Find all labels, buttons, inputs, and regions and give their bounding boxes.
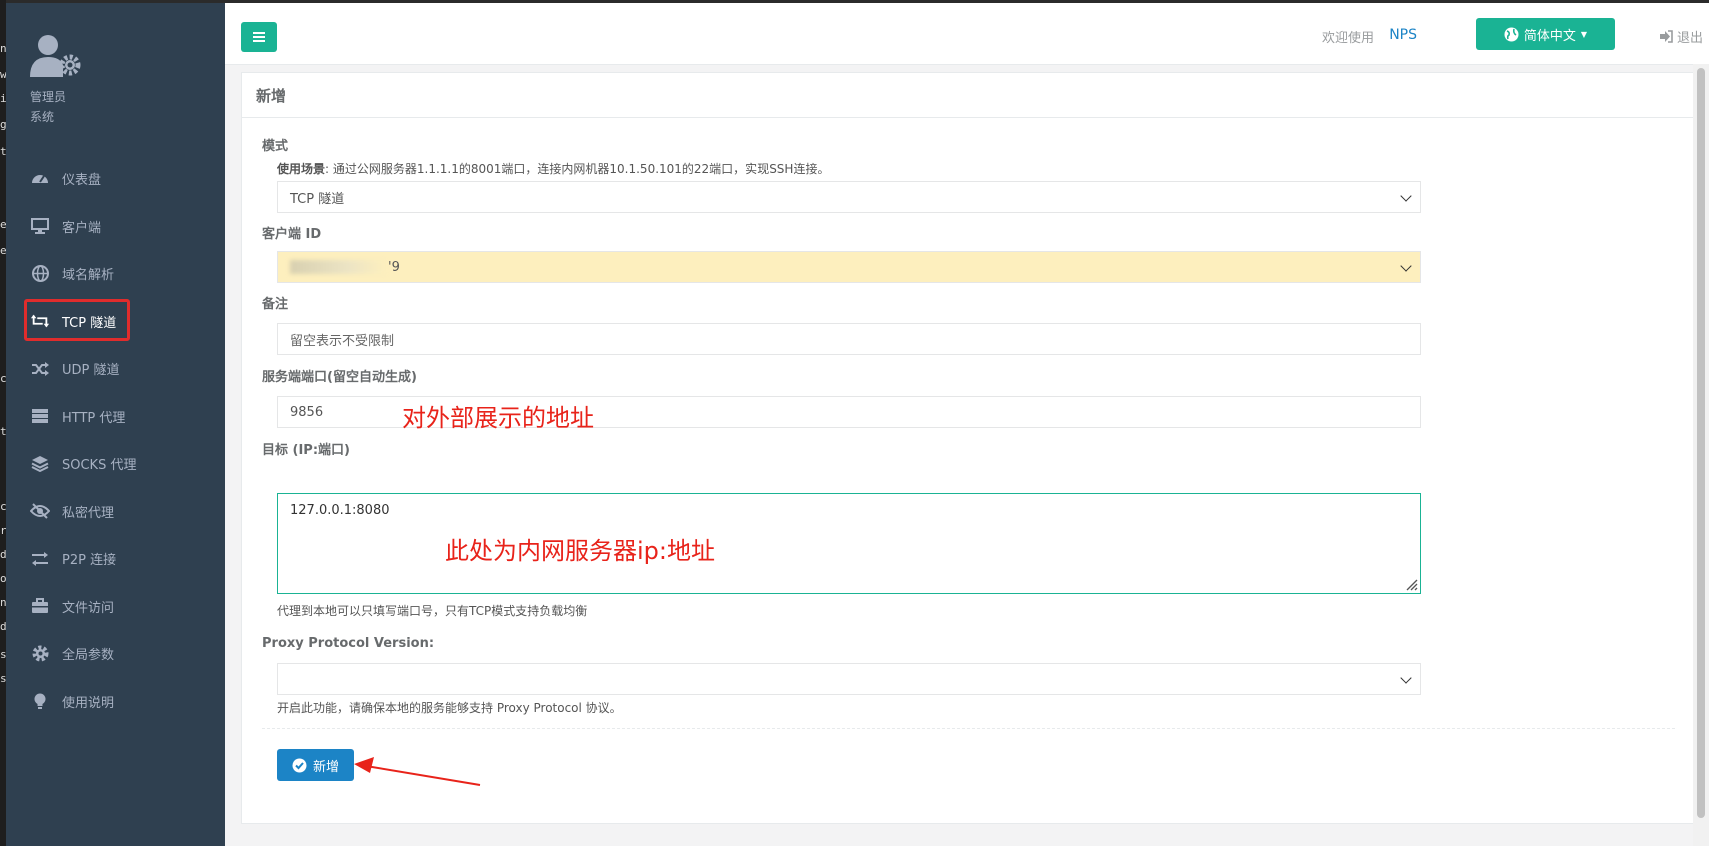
lightbulb-icon — [30, 691, 50, 711]
client-id-select[interactable]: '9 — [277, 251, 1421, 283]
submit-label: 新增 — [312, 759, 339, 775]
language-dropdown[interactable]: 简体中文 ▼ — [1476, 18, 1615, 50]
remark-input[interactable]: 留空表示不受限制 — [277, 323, 1421, 355]
sidebar: 管理员 系统 仪表盘 客户端 域名解析 TCP 隧道 UDP 隧道 HTTP 代… — [6, 3, 225, 846]
submit-button[interactable]: 新增 — [277, 749, 354, 781]
sidebar-item-tcp-tunnel[interactable]: TCP 隧道 — [6, 298, 225, 346]
user-profile: 管理员 系统 — [30, 33, 88, 127]
caret-down-icon: ▼ — [1580, 29, 1588, 39]
user-gear-icon — [30, 33, 88, 81]
proxy-protocol-label: Proxy Protocol Version: — [262, 636, 435, 651]
globe-icon — [1504, 27, 1519, 41]
eye-slash-icon — [30, 501, 50, 521]
remark-placeholder: 留空表示不受限制 — [290, 333, 395, 349]
sidebar-item-label: SOCKS 代理 — [62, 458, 137, 474]
target-label: 目标 (IP:端口) — [262, 443, 350, 458]
add-tunnel-panel: 新增 模式 使用场景: 通过公网服务器1.1.1.1的8001端口，连接内网机器… — [241, 72, 1695, 824]
sidebar-item-label: HTTP 代理 — [62, 410, 126, 426]
sidebar-item-label: 使用说明 — [62, 695, 115, 711]
sidebar-item-domain[interactable]: 域名解析 — [6, 250, 225, 298]
target-help: 代理到本地可以只填写端口号，只有TCP模式支持负载均衡 — [277, 604, 588, 618]
server-port-value: 9856 — [290, 404, 324, 420]
random-icon — [30, 359, 50, 379]
client-id-value: '9 — [388, 259, 400, 275]
sidebar-item-udp-tunnel[interactable]: UDP 隧道 — [6, 345, 225, 393]
proxy-protocol-select[interactable] — [277, 663, 1421, 695]
brand-link[interactable]: NPS — [1389, 27, 1417, 43]
scrollbar-thumb[interactable] — [1697, 68, 1705, 818]
resize-handle-icon[interactable] — [1404, 577, 1418, 591]
logout-label: 退出 — [1676, 31, 1703, 46]
port-annotation: 对外部展示的地址 — [402, 404, 594, 432]
sidebar-item-file-access[interactable]: 文件访问 — [6, 583, 225, 631]
mode-value: TCP 隧道 — [290, 191, 345, 207]
sign-out-icon — [1659, 30, 1673, 43]
sidebar-item-label: 文件访问 — [62, 600, 115, 616]
mode-label: 模式 — [262, 139, 289, 154]
form-divider — [262, 728, 1675, 729]
chevron-down-icon — [1400, 190, 1412, 202]
target-value: 127.0.0.1:8080 — [290, 503, 390, 518]
sidebar-item-dashboard[interactable]: 仪表盘 — [6, 155, 225, 203]
layers-icon — [30, 454, 50, 474]
sidebar-item-secret-proxy[interactable]: 私密代理 — [6, 488, 225, 536]
top-navbar: 欢迎使用 NPS 简体中文 ▼ 退出 — [225, 3, 1709, 65]
monitor-icon — [30, 216, 50, 236]
sidebar-item-http-proxy[interactable]: HTTP 代理 — [6, 393, 225, 441]
globe-icon — [30, 264, 50, 284]
dashboard-icon — [30, 169, 50, 189]
profile-role: 管理员 — [30, 90, 67, 104]
proxy-protocol-help: 开启此功能，请确保本地的服务能够支持 Proxy Protocol 协议。 — [277, 701, 622, 715]
panel-title: 新增 — [242, 73, 1694, 118]
briefcase-icon — [30, 596, 50, 616]
server-icon — [30, 406, 50, 426]
profile-group: 系统 — [30, 110, 55, 124]
menu-toggle-button[interactable] — [241, 22, 277, 52]
check-circle-icon — [292, 758, 307, 772]
scenario-label: 使用场景 — [277, 162, 326, 176]
sidebar-item-label: UDP 隧道 — [62, 363, 120, 379]
sidebar-item-label: 客户端 — [62, 220, 102, 236]
mode-select[interactable]: TCP 隧道 — [277, 181, 1421, 213]
sidebar-nav: 仪表盘 客户端 域名解析 TCP 隧道 UDP 隧道 HTTP 代理 SOCKS… — [6, 155, 225, 725]
sidebar-item-usage[interactable]: 使用说明 — [6, 678, 225, 726]
sidebar-item-label: P2P 连接 — [62, 553, 117, 569]
welcome-text: 欢迎使用 — [1321, 31, 1374, 46]
red-arrow-annotation — [354, 757, 481, 786]
sidebar-item-p2p[interactable]: P2P 连接 — [6, 535, 225, 583]
client-id-label: 客户端 ID — [262, 227, 322, 242]
highlight-box — [24, 298, 130, 341]
exchange-icon — [30, 549, 50, 569]
sidebar-item-socks-proxy[interactable]: SOCKS 代理 — [6, 440, 225, 488]
hamburger-icon — [253, 32, 265, 42]
language-label: 简体中文 — [1523, 28, 1576, 44]
sidebar-item-label: 全局参数 — [62, 648, 115, 664]
remark-label: 备注 — [262, 297, 289, 312]
chevron-down-icon — [1400, 672, 1412, 684]
redacted-value — [290, 260, 386, 274]
chevron-down-icon — [1400, 260, 1412, 272]
target-annotation: 此处为内网服务器ip:地址 — [445, 537, 715, 565]
scenario-text: : 通过公网服务器1.1.1.1的8001端口，连接内网机器10.1.50.10… — [325, 162, 830, 176]
sidebar-item-label: 仪表盘 — [62, 173, 102, 189]
sidebar-item-label: 私密代理 — [62, 505, 115, 521]
gear-icon — [30, 644, 50, 664]
sidebar-item-global-params[interactable]: 全局参数 — [6, 630, 225, 678]
sidebar-item-clients[interactable]: 客户端 — [6, 203, 225, 251]
page-scrollbar[interactable] — [1693, 64, 1709, 846]
mode-scenario: 使用场景: 通过公网服务器1.1.1.1的8001端口，连接内网机器10.1.5… — [277, 160, 829, 177]
server-port-label: 服务端端口(留空自动生成) — [262, 370, 417, 385]
logout-link[interactable]: 退出 — [1659, 27, 1703, 46]
sidebar-item-label: 域名解析 — [62, 268, 115, 284]
